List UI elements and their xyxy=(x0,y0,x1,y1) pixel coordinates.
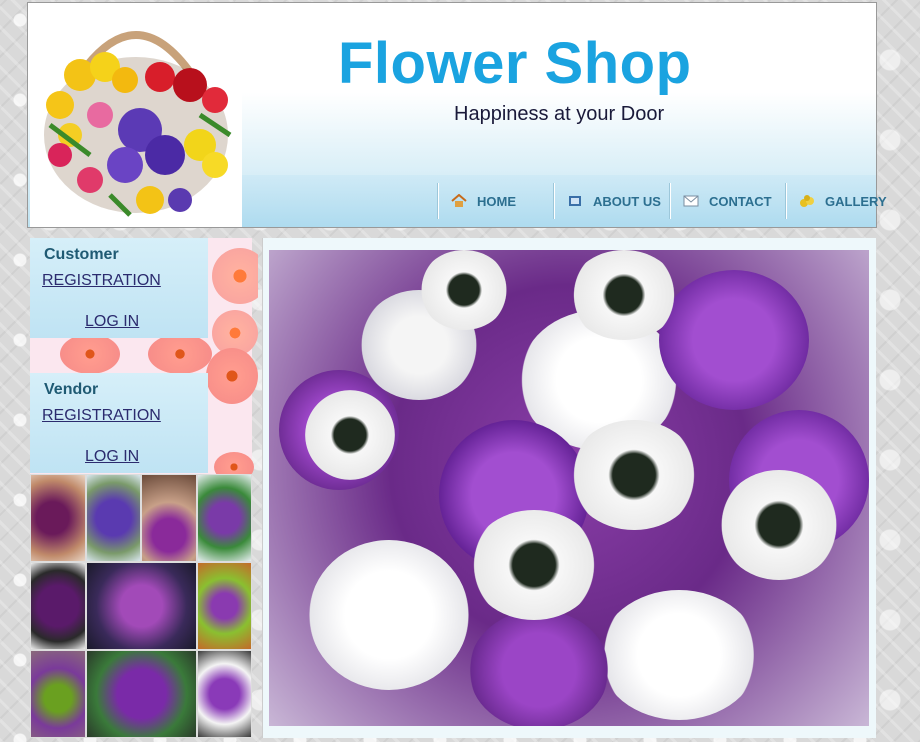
main-content xyxy=(262,238,876,738)
site-header: Flower Shop Happiness at your Door HOME … xyxy=(27,2,887,228)
vendor-heading: Vendor xyxy=(44,381,99,398)
flower-basket-illustration xyxy=(44,31,232,217)
nav-gallery-label: GALLERY xyxy=(825,193,887,209)
nav-about[interactable]: ABOUT US xyxy=(554,183,670,219)
rose-bouquet-image xyxy=(269,250,869,726)
home-icon xyxy=(451,193,467,208)
site-title: Flower Shop xyxy=(338,31,692,96)
bouquet-thumbnail xyxy=(196,562,252,650)
nav-gallery[interactable]: GALLERY xyxy=(786,183,887,219)
vendor-registration-link[interactable]: REGISTRATION xyxy=(30,407,208,440)
nav-contact-label: CONTACT xyxy=(709,193,772,209)
nav-home[interactable]: HOME xyxy=(438,183,554,219)
customer-menu: Customer REGISTRATION LOG IN xyxy=(30,238,208,338)
bouquet-thumbnail xyxy=(196,650,252,738)
bouquet-thumbnail xyxy=(30,562,86,650)
customer-login-link[interactable]: LOG IN xyxy=(30,305,208,338)
nav-home-label: HOME xyxy=(477,193,516,209)
nav-about-label: ABOUT US xyxy=(593,193,661,209)
coins-icon xyxy=(799,194,815,208)
flower-basket-image xyxy=(30,5,242,227)
nav-contact[interactable]: CONTACT xyxy=(670,183,786,219)
bouquet-thumbnail xyxy=(30,650,86,738)
envelope-icon xyxy=(683,194,699,208)
main-nav: HOME ABOUT US CONTACT GALLERY xyxy=(242,175,887,227)
bouquet-thumbnail xyxy=(85,474,141,562)
bouquet-thumbnail xyxy=(30,474,86,562)
site-tagline: Happiness at your Door xyxy=(454,103,665,125)
bouquet-thumbnail xyxy=(85,650,197,738)
vendor-login-link[interactable]: LOG IN xyxy=(30,440,208,473)
bouquet-thumbnail xyxy=(85,562,197,650)
bouquet-thumbnail-grid xyxy=(30,474,252,738)
bouquet-thumbnail xyxy=(141,474,197,562)
customer-registration-link[interactable]: REGISTRATION xyxy=(30,272,208,305)
bouquet-thumbnail xyxy=(196,474,252,562)
vendor-menu: Vendor REGISTRATION LOG IN xyxy=(30,373,208,473)
sidebar: Customer REGISTRATION LOG IN Vendor REGI… xyxy=(30,238,258,738)
customer-heading: Customer xyxy=(44,246,119,263)
book-icon xyxy=(567,194,583,208)
